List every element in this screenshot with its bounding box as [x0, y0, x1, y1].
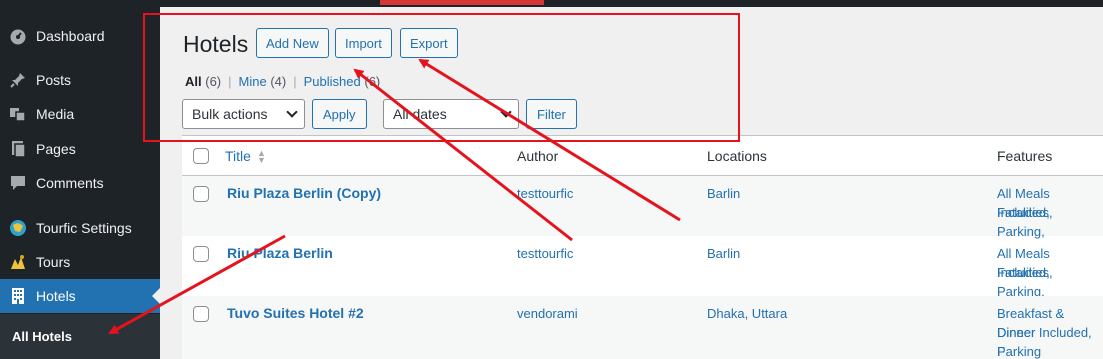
row-location-link[interactable]: Barlin — [707, 244, 740, 263]
row-location-link[interactable]: Barlin — [707, 184, 740, 203]
sidebar-item-tours[interactable]: Tours — [0, 245, 160, 279]
comment-icon — [0, 174, 36, 192]
row-author-link[interactable]: testtourfic — [517, 184, 573, 203]
media-icon — [0, 105, 36, 123]
row-checkbox[interactable] — [193, 246, 209, 262]
building-icon — [0, 287, 36, 305]
sidebar-item-label: Tours — [36, 254, 71, 270]
sidebar-item-label: Comments — [36, 175, 104, 191]
hotels-table: Title ▲ ▼ Author Locations Features Riu Pl… — [182, 135, 1103, 359]
dashboard-icon — [0, 27, 36, 45]
select-all-checkbox[interactable] — [193, 148, 209, 164]
sort-icon: ▲ ▼ — [256, 148, 266, 166]
table-header: Title ▲ ▼ Author Locations Features — [182, 136, 1103, 176]
sidebar-item-label: Pages — [36, 141, 76, 157]
row-location-link[interactable]: Dhaka, Uttara — [707, 304, 787, 323]
sidebar-item-hotels[interactable]: Hotels — [0, 279, 160, 313]
pin-icon — [0, 71, 36, 89]
submenu-item-all-hotels[interactable]: All Hotels — [12, 329, 72, 344]
column-features: Features — [997, 148, 1053, 164]
row-author-link[interactable]: vendorami — [517, 304, 578, 323]
sidebar-item-tourfic-settings[interactable]: Tourfic Settings — [0, 211, 160, 245]
top-red-indicator — [380, 0, 544, 5]
sidebar-item-media[interactable]: Media — [0, 97, 160, 131]
admin-sidebar: Dashboard Posts Media Pages Comments Tou… — [0, 0, 160, 359]
tours-icon — [0, 253, 36, 271]
column-author: Author — [517, 148, 559, 164]
column-locations: Locations — [707, 148, 767, 164]
sidebar-item-label: Media — [36, 106, 75, 122]
annotation-highlight-box — [143, 13, 740, 142]
sidebar-item-dashboard[interactable]: Dashboard — [0, 19, 160, 53]
row-title-link[interactable]: Riu Plaza Berlin — [227, 244, 333, 263]
row-features-line[interactable]: Parking — [997, 342, 1041, 359]
column-title[interactable]: Title ▲ ▼ — [225, 148, 266, 166]
sidebar-item-label: Tourfic Settings — [36, 220, 132, 236]
pages-icon — [0, 140, 36, 158]
sidebar-item-pages[interactable]: Pages — [0, 132, 160, 166]
hotels-submenu: All Hotels — [0, 314, 160, 359]
table-row: Riu Plaza Berlin testtourfic Barlin All … — [182, 236, 1103, 299]
tourfic-icon — [0, 219, 36, 237]
table-row: Riu Plaza Berlin (Copy) testtourfic Barl… — [182, 176, 1103, 239]
row-checkbox[interactable] — [193, 186, 209, 202]
sidebar-item-label: Hotels — [36, 288, 76, 304]
sidebar-item-label: Posts — [36, 72, 72, 88]
row-checkbox[interactable] — [193, 306, 209, 322]
row-author-link[interactable]: testtourfic — [517, 244, 573, 263]
row-title-link[interactable]: Riu Plaza Berlin (Copy) — [227, 184, 381, 203]
sidebar-item-comments[interactable]: Comments — [0, 166, 160, 200]
table-row: Tuvo Suites Hotel #2 vendorami Dhaka, Ut… — [182, 296, 1103, 359]
sidebar-item-posts[interactable]: Posts — [0, 63, 160, 97]
row-title-link[interactable]: Tuvo Suites Hotel #2 — [227, 304, 364, 323]
sidebar-item-label: Dashboard — [36, 28, 105, 44]
admin-top-bar — [160, 0, 1103, 7]
